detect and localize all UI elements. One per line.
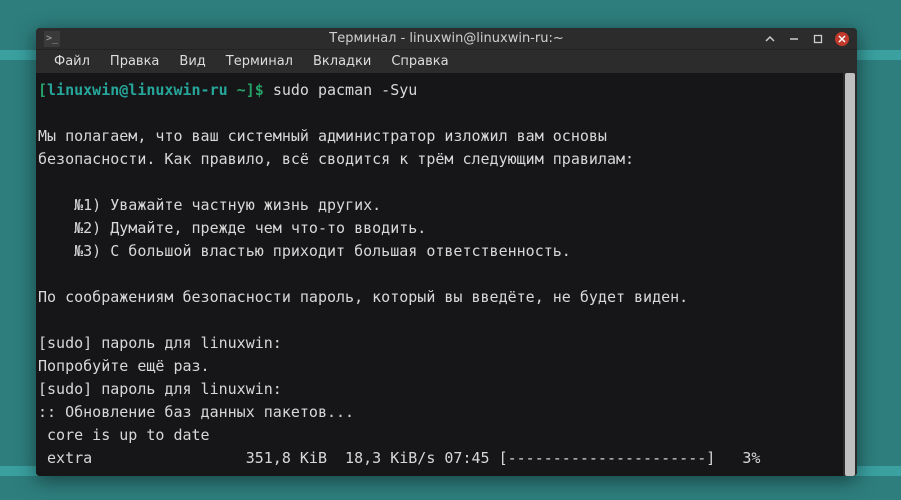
prompt-userhost: linuxwin@linuxwin-ru — [47, 81, 228, 99]
menu-terminal[interactable]: Терминал — [216, 50, 303, 73]
terminal-output[interactable]: [linuxwin@linuxwin-ru ~]$ sudo pacman -S… — [36, 73, 843, 476]
window-title: Терминал - linuxwin@linuxwin-ru:~ — [36, 31, 857, 46]
menubar: Файл Правка Вид Терминал Вкладки Справка — [36, 49, 857, 73]
output-line: безопасности. Как правило, всё сводится … — [38, 150, 634, 168]
menu-tabs[interactable]: Вкладки — [303, 50, 381, 73]
chevron-up-icon — [765, 34, 775, 44]
minimize-icon — [789, 34, 799, 44]
output-line: №1) Уважайте частную жизнь других. — [38, 196, 381, 214]
maximize-button[interactable] — [811, 32, 825, 46]
output-line: №2) Думайте, прежде чем что-то вводить. — [38, 219, 426, 237]
output-line: По соображениям безопасности пароль, кот… — [38, 288, 688, 306]
command-text: sudo pacman -Syu — [273, 81, 418, 99]
prompt-path: ~ — [228, 81, 246, 99]
menu-file[interactable]: Файл — [44, 50, 100, 73]
output-line: №3) С большой властью приходит большая о… — [38, 242, 571, 260]
output-line: Попробуйте ещё раз. — [38, 357, 210, 375]
terminal-window: >_ Терминал - linuxwin@linuxwin-ru:~ Фай… — [36, 28, 857, 476]
terminal-icon: >_ — [44, 31, 60, 47]
prompt-bracket: ]$ — [246, 81, 273, 99]
close-icon — [837, 34, 847, 44]
minimize-button[interactable] — [787, 32, 801, 46]
output-line: [sudo] пароль для linuxwin: — [38, 334, 282, 352]
menu-view[interactable]: Вид — [169, 50, 215, 73]
close-button[interactable] — [835, 32, 849, 46]
rollup-button[interactable] — [763, 32, 777, 46]
output-line: [sudo] пароль для linuxwin: — [38, 380, 282, 398]
scrollbar[interactable] — [843, 73, 857, 476]
output-line: :: Обновление баз данных пакетов... — [38, 403, 354, 421]
scrollbar-thumb[interactable] — [845, 73, 855, 476]
menu-edit[interactable]: Правка — [100, 50, 169, 73]
titlebar[interactable]: >_ Терминал - linuxwin@linuxwin-ru:~ — [36, 28, 857, 49]
maximize-icon — [813, 34, 823, 44]
output-line: Мы полагаем, что ваш системный администр… — [38, 127, 607, 145]
menu-help[interactable]: Справка — [381, 50, 458, 73]
prompt-bracket: [ — [38, 81, 47, 99]
output-line: core is up to date — [38, 426, 210, 444]
output-line: extra 351,8 KiB 18,3 KiB/s 07:45 [------… — [38, 449, 760, 467]
